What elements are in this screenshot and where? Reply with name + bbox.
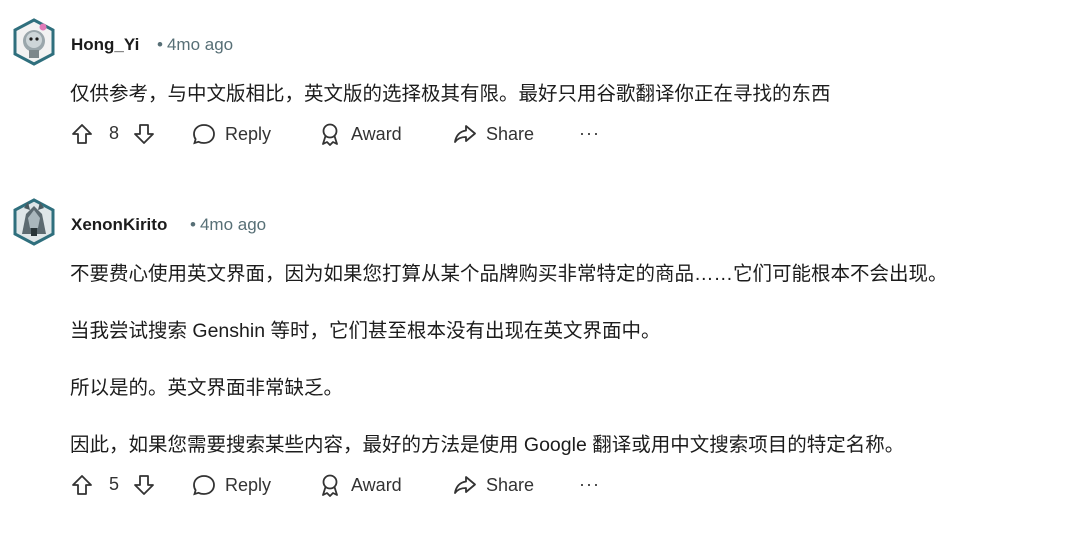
vote-count: 5 [109,474,120,494]
comment-paragraph: 因此，如果您需要搜索某些内容，最好的方法是使用 Google 翻译或用中文搜索项… [70,434,905,456]
reply-button[interactable]: Reply [191,473,271,497]
comment-author[interactable]: XenonKirito [71,215,167,235]
award-label: Award [351,474,402,495]
reply-label: Reply [225,123,272,144]
share-icon [454,125,476,143]
award-button[interactable]: Award [317,473,402,497]
upvote-icon [72,475,92,495]
upvote-icon [72,124,92,144]
comment-meta: • 4mo ago [190,215,266,235]
comment-actions: 8 Reply Award Share ··· [0,122,1080,162]
share-label: Share [486,474,535,495]
comment-meta: • 4mo ago [157,35,233,55]
share-button[interactable]: Share [452,122,534,146]
reply-icon [193,475,215,496]
downvote-icon [134,124,154,144]
downvote-icon [134,475,154,495]
award-icon [322,123,338,146]
comment-timestamp[interactable]: 4mo ago [167,35,233,54]
award-icon [322,474,338,497]
upvote-button[interactable] [70,473,94,497]
reply-icon [193,124,215,145]
reply-label: Reply [225,474,272,495]
vote-count: 8 [109,123,120,143]
avatar[interactable] [12,18,56,66]
comment-actions: 5 Reply Award Share ··· [0,473,1080,513]
share-label: Share [486,123,535,144]
comment-paragraph: 当我尝试搜索 Genshin 等时，它们甚至根本没有出现在英文界面中。 [70,320,661,342]
upvote-button[interactable] [70,122,94,146]
comment-paragraph: 不要费心使用英文界面，因为如果您打算从某个品牌购买非常特定的商品……它们可能根本… [70,263,948,285]
downvote-button[interactable] [132,122,156,146]
more-options-button[interactable]: ··· [579,474,600,495]
award-label: Award [351,123,402,144]
share-button[interactable]: Share [452,473,534,497]
avatar[interactable] [12,198,56,246]
comment-body: 仅供参考，与中文版相比，英文版的选择极其有限。最好只用谷歌翻译你正在寻找的东西 [70,83,831,105]
comment-author[interactable]: Hong_Yi [71,35,139,55]
share-icon [454,476,476,494]
separator-dot: • [157,35,163,54]
comment-timestamp[interactable]: 4mo ago [200,215,266,234]
separator-dot: • [190,215,196,234]
comment-paragraph: 所以是的。英文界面非常缺乏。 [70,377,344,399]
award-button[interactable]: Award [317,122,402,146]
more-options-button[interactable]: ··· [579,123,600,144]
reply-button[interactable]: Reply [191,122,271,146]
downvote-button[interactable] [132,473,156,497]
